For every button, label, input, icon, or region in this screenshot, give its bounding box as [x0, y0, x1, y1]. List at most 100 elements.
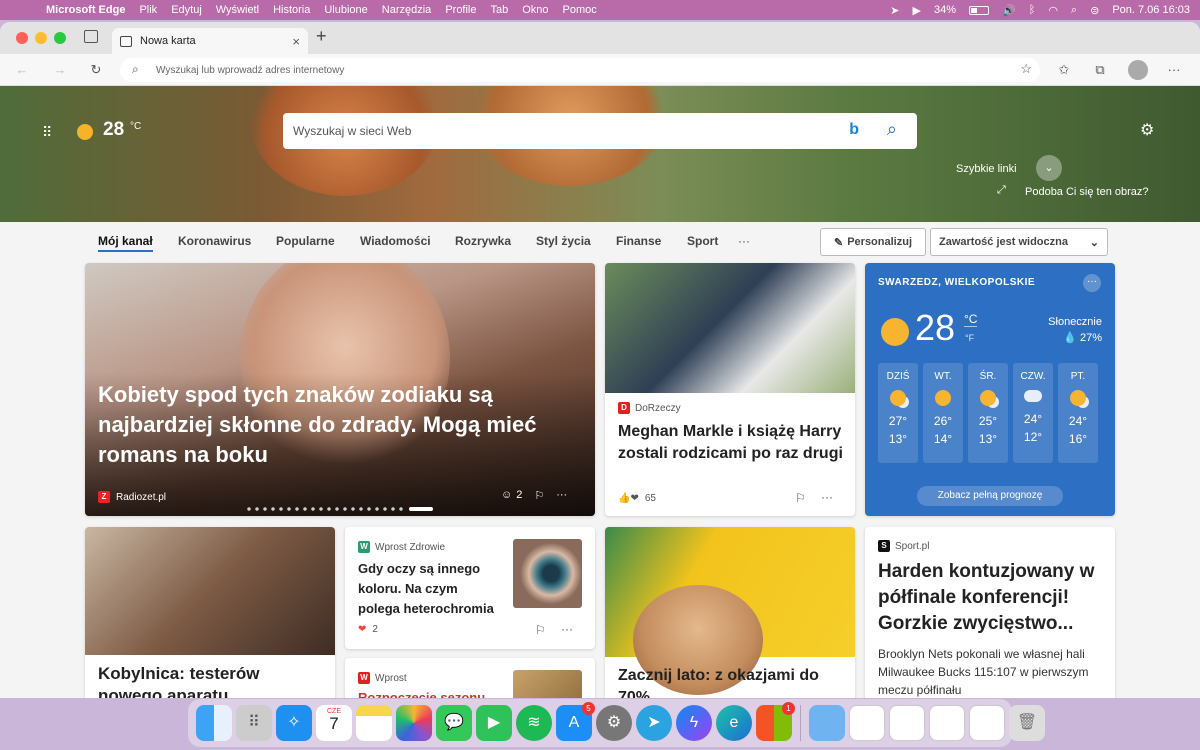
like-image-link[interactable]: Podoba Ci się ten obraz? [1025, 186, 1149, 198]
menu-profiles[interactable]: Profile [445, 4, 476, 16]
menu-tab[interactable]: Tab [491, 4, 509, 16]
weather-unit-fahrenheit[interactable]: °F [965, 333, 974, 343]
tab-my-feed[interactable]: Mój kanał [98, 234, 153, 252]
search-submit-icon[interactable]: ⌕ [887, 119, 897, 140]
menu-help[interactable]: Pomoc [563, 4, 597, 16]
spotlight-icon[interactable]: ⌕ [1071, 4, 1077, 17]
more-options-icon[interactable]: ··· [821, 490, 833, 504]
profile-avatar[interactable] [1128, 60, 1148, 80]
app-store-icon[interactable]: A5 [556, 702, 595, 741]
spotify-icon[interactable]: ≋ [516, 705, 552, 741]
bookmark-icon[interactable]: ⚐ [534, 489, 544, 502]
new-tab-icon[interactable]: + [316, 26, 327, 47]
volume-icon[interactable]: 🔊 [1002, 4, 1016, 17]
minimize-window-icon[interactable] [35, 32, 47, 44]
forecast-day[interactable]: PT. 24° 16° [1058, 363, 1098, 463]
sport-news-card[interactable]: S Sport.pl Harden kontuzjowany w półfina… [865, 527, 1115, 698]
tab-popular[interactable]: Popularne [276, 234, 335, 248]
recent-document-3-icon[interactable] [929, 705, 965, 741]
battery-icon[interactable] [969, 5, 989, 15]
recent-document-2-icon[interactable] [889, 705, 925, 741]
refresh-icon[interactable]: ↻ [86, 60, 106, 80]
tab-finance[interactable]: Finanse [616, 234, 661, 248]
kobylnica-title[interactable]: Kobylnica: testerów nowego aparatu [98, 663, 326, 698]
royal-title[interactable]: Meghan Markle i książę Harry zostali rod… [618, 421, 846, 465]
notes-icon[interactable] [356, 705, 392, 741]
back-icon[interactable]: ← [12, 60, 32, 80]
forecast-day[interactable]: ŚR. 25° 13° [968, 363, 1008, 463]
weather-location[interactable]: SWARZEDZ, WIELKOPOLSKIE [878, 277, 1035, 288]
system-preferences-icon[interactable]: ⚙ [596, 705, 632, 741]
carousel-dots[interactable] [245, 507, 435, 511]
apps-grid-icon[interactable]: ⠿ [42, 124, 53, 141]
wprost-title[interactable]: Rozpoczęcie sezonu dnia [358, 690, 498, 698]
menu-window[interactable]: Okno [522, 4, 548, 16]
royal-news-card[interactable]: D DoRzeczy Meghan Markle i książę Harry … [605, 263, 855, 516]
visibility-dropdown[interactable]: Zawartość jest widoczna ⌄ [930, 228, 1108, 256]
menu-app-name[interactable]: Microsoft Edge [46, 4, 125, 16]
trash-icon[interactable]: 🗑 [1009, 705, 1045, 741]
heart-icon[interactable]: ❤ [358, 624, 366, 635]
wifi-icon[interactable]: ◠ [1048, 4, 1058, 17]
tab-actions-icon[interactable] [84, 30, 98, 43]
menu-tools[interactable]: Narzędzia [382, 4, 432, 16]
messages-icon[interactable]: 💬 [436, 705, 472, 741]
summer-title[interactable]: Zacznij lato: z okazjami do 70% [618, 665, 846, 698]
feature-card[interactable]: Kobiety spod tych znaków zodiaku są najb… [85, 263, 595, 516]
launchpad-icon[interactable]: ⠿ [236, 705, 272, 741]
menu-file[interactable]: Plik [139, 4, 157, 16]
tab-lifestyle[interactable]: Styl życia [536, 234, 591, 248]
heterochromia-card[interactable]: W Wprost Zdrowie Gdy oczy są innego kolo… [345, 527, 595, 649]
settings-gear-icon[interactable]: ⚙ [1140, 120, 1154, 140]
address-bar[interactable]: ⌕ Wyszukaj lub wprowadź adres internetow… [120, 58, 1040, 82]
expand-image-icon[interactable]: ⤢ [997, 184, 1006, 197]
bookmark-icon[interactable]: ⚐ [535, 623, 546, 637]
weather-unit-celsius[interactable]: °C [964, 312, 978, 327]
messenger-icon[interactable]: ϟ [676, 705, 712, 741]
full-forecast-button[interactable]: Zobacz pełną prognozę [917, 486, 1063, 506]
quick-links-label[interactable]: Szybkie linki [956, 163, 1017, 175]
sport-title[interactable]: Harden kontuzjowany w półfinale konferen… [878, 559, 1108, 637]
menu-history[interactable]: Historia [273, 4, 310, 16]
forecast-day[interactable]: CZW. 24° 12° [1013, 363, 1053, 463]
bookmark-icon[interactable]: ⚐ [795, 491, 806, 505]
telegram-icon[interactable]: ➤ [636, 705, 672, 741]
hero-temperature[interactable]: 28 [103, 119, 124, 141]
forward-icon[interactable]: → [50, 60, 70, 80]
edge-icon[interactable]: e [716, 705, 752, 741]
chevron-down-icon[interactable]: ⌄ [1036, 155, 1062, 181]
more-menu-icon[interactable]: ··· [1164, 60, 1184, 80]
web-search-input[interactable]: Wyszukaj w sieci Web b ⌕ [283, 113, 917, 149]
personalize-button[interactable]: ✎ Personalizuj [820, 228, 926, 256]
clock[interactable]: Pon. 7.06 16:03 [1112, 4, 1190, 16]
safari-icon[interactable]: ✧ [276, 705, 312, 741]
eyes-title[interactable]: Gdy oczy są innego koloru. Na czym poleg… [358, 559, 498, 619]
play-icon[interactable]: ▶ [913, 4, 921, 17]
weather-more-icon[interactable]: ··· [1083, 274, 1101, 292]
photos-icon[interactable] [396, 705, 432, 741]
menu-view[interactable]: Wyświetl [216, 4, 259, 16]
tab-entertainment[interactable]: Rozrywka [455, 234, 511, 248]
wprost-card[interactable]: W Wprost Rozpoczęcie sezonu dnia [345, 658, 595, 698]
control-center-icon[interactable]: ⊜ [1090, 4, 1099, 17]
feature-source[interactable]: Z Radiozet.pl [98, 491, 166, 503]
facetime-icon[interactable]: ▶ [476, 705, 512, 741]
menu-favorites[interactable]: Ulubione [324, 4, 367, 16]
favorites-icon[interactable]: ✩ [1054, 60, 1074, 80]
finder-icon[interactable] [196, 705, 232, 741]
tab-sport[interactable]: Sport [687, 234, 718, 248]
weather-card[interactable]: SWARZEDZ, WIELKOPOLSKIE ··· 28 °C °F Sło… [865, 263, 1115, 516]
menu-edit[interactable]: Edytuj [171, 4, 202, 16]
summer-promo-card[interactable]: Zacznij lato: z okazjami do 70% [605, 527, 855, 698]
microsoft-office-icon[interactable]: 1 [756, 702, 795, 741]
more-options-icon[interactable]: ··· [556, 489, 567, 502]
more-tabs-icon[interactable]: ··· [738, 234, 750, 248]
close-window-icon[interactable] [16, 32, 28, 44]
forecast-day[interactable]: DZIŚ 27° 13° [878, 363, 918, 463]
recent-document-1-icon[interactable] [849, 705, 885, 741]
reactions-icon[interactable]: 👍❤ [618, 493, 639, 504]
folder-icon[interactable] [809, 705, 845, 741]
more-options-icon[interactable]: ··· [561, 622, 573, 636]
feature-title[interactable]: Kobiety spod tych znaków zodiaku są najb… [98, 380, 583, 470]
collections-icon[interactable]: ⧉ [1090, 60, 1110, 80]
